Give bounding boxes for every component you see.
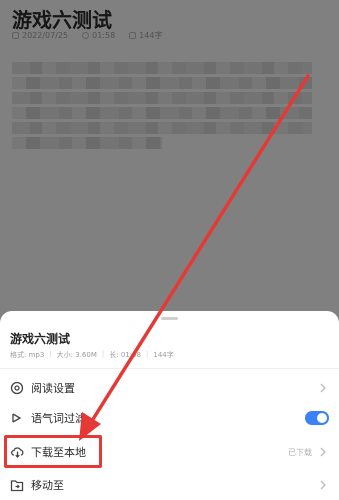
sheet-title: 游戏六测试: [10, 332, 71, 346]
menu-item-filler-filter: 语气词过滤: [0, 403, 339, 433]
sheet-divider: [0, 368, 339, 369]
download-highlight-box: [4, 435, 102, 468]
menu-item-move-to[interactable]: 移动至: [0, 470, 339, 500]
length-text: 长: 01:58: [109, 351, 142, 359]
chars-text: 144字: [153, 351, 174, 359]
menu-item-read-settings[interactable]: 阅读设置: [0, 373, 339, 403]
download-status: 已下载: [288, 447, 312, 457]
chevron-right-icon: [320, 480, 326, 490]
bottom-sheet: 游戏六测试 格式: mp3 | 大小: 3.60M | 长: 01:58 | 1…: [0, 311, 339, 500]
settings-icon: [9, 380, 25, 396]
sheet-meta: 格式: mp3 | 大小: 3.60M | 长: 01:58 | 144字: [10, 350, 174, 359]
chevron-right-icon: [320, 383, 326, 393]
format-text: 格式: mp3: [10, 351, 45, 359]
folder-move-icon: [9, 477, 25, 493]
size-text: 大小: 3.60M: [56, 351, 97, 359]
waveform-icon: [9, 410, 25, 426]
filler-filter-toggle[interactable]: [305, 411, 329, 425]
move-to-label: 移动至: [31, 479, 64, 492]
filler-filter-label: 语气词过滤: [31, 412, 86, 425]
sheet-grab-handle[interactable]: [161, 317, 178, 320]
read-settings-label: 阅读设置: [31, 382, 75, 395]
chevron-right-icon: [320, 447, 326, 457]
